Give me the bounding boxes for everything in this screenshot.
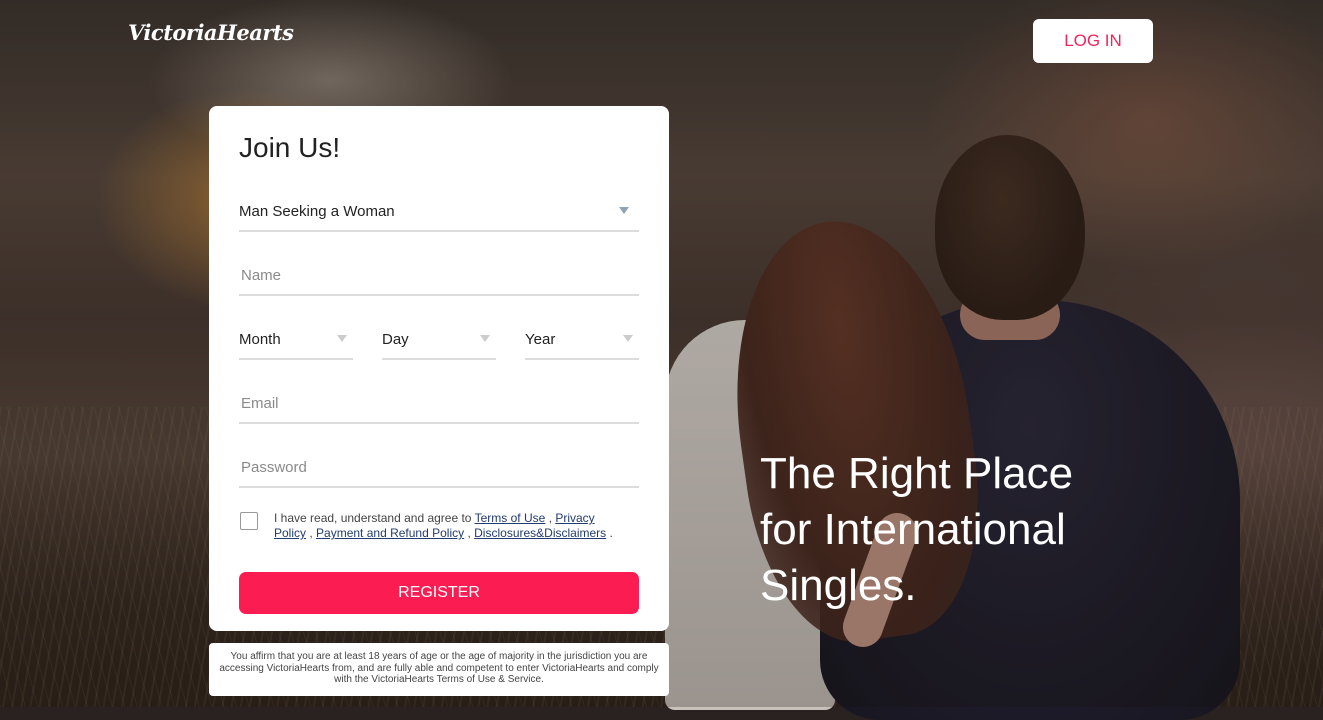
terms-text: I have read, understand and agree to Ter… xyxy=(274,511,613,540)
month-label: Month xyxy=(239,330,281,348)
terms-of-use-link[interactable]: Terms of Use xyxy=(475,511,546,525)
disclosures-link[interactable]: Disclosures&Disclaimers xyxy=(474,526,606,540)
chevron-down-icon xyxy=(337,335,347,342)
hero-headline: The Right Place for International Single… xyxy=(760,449,1074,610)
chevron-down-icon xyxy=(623,335,633,342)
login-button[interactable]: LOG IN xyxy=(1033,19,1153,63)
payment-refund-link[interactable]: Payment and Refund Policy xyxy=(316,526,464,540)
password-placeholder: Password xyxy=(241,458,307,476)
agree-checkbox[interactable] xyxy=(240,512,258,530)
chevron-down-icon xyxy=(480,335,490,342)
registration-card: Join Us! Man Seeking a Woman Name Month … xyxy=(209,106,669,631)
age-disclaimer: You affirm that you are at least 18 year… xyxy=(209,643,669,696)
year-label: Year xyxy=(525,330,556,348)
name-placeholder: Name xyxy=(241,266,282,284)
password-input[interactable]: Password xyxy=(239,448,639,488)
chevron-down-icon xyxy=(619,207,629,214)
register-button[interactable]: REGISTER xyxy=(239,572,639,614)
name-input[interactable]: Name xyxy=(239,256,639,296)
seeking-select[interactable]: Man Seeking a Woman xyxy=(239,192,639,232)
email-input[interactable]: Email xyxy=(239,384,639,424)
birth-year-select[interactable]: Year xyxy=(525,320,639,360)
agree-text: I have read, understand and agree to xyxy=(274,511,472,525)
form-title: Join Us! xyxy=(239,132,341,163)
day-label: Day xyxy=(382,330,409,348)
email-placeholder: Email xyxy=(241,394,279,412)
birth-day-select[interactable]: Day xyxy=(382,320,496,360)
seeking-value: Man Seeking a Woman xyxy=(239,202,395,220)
birth-month-select[interactable]: Month xyxy=(239,320,353,360)
site-logo[interactable]: VictoriaHearts xyxy=(128,20,294,45)
